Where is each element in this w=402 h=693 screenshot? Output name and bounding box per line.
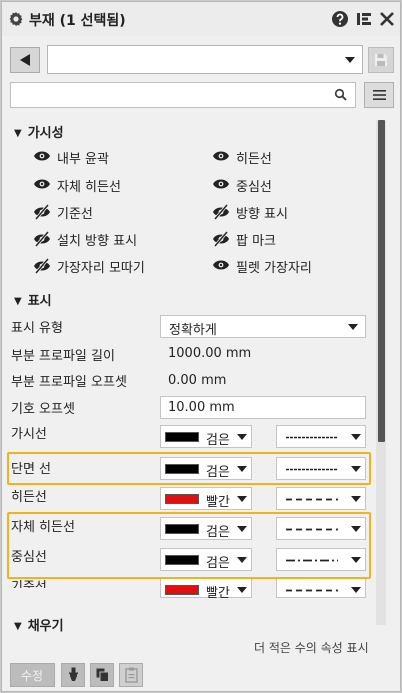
section-title: 채우기 (27, 619, 64, 634)
profile-offset-field: 0.00 mm (160, 370, 366, 393)
line-type-dropdown[interactable] (276, 578, 366, 598)
copy-button[interactable] (90, 663, 114, 687)
collapse-triangle-icon: ▼ (14, 621, 22, 632)
pick-properties-button[interactable] (61, 663, 85, 687)
color-name: 빨간 (206, 495, 230, 510)
collapse-triangle-icon: ▼ (14, 128, 22, 139)
scrollbar-thumb[interactable] (378, 120, 385, 442)
back-button[interactable] (10, 47, 40, 73)
visibility-item-label: 필렛 가장자리 (236, 261, 312, 276)
fill-section-header[interactable]: ▼ 채우기 (14, 615, 64, 634)
line-type-dropdown[interactable] (276, 425, 366, 448)
eye-icon (34, 179, 50, 189)
eye-icon (213, 151, 229, 161)
modify-label: 수정 (21, 669, 44, 683)
panel-title: 부재 (1 선택됨) (29, 13, 126, 29)
line-type-dropdown[interactable] (276, 487, 366, 510)
eye-icon (34, 151, 50, 161)
visibility-item-label: 자체 히든선 (57, 180, 121, 195)
show-fewer-properties-link[interactable]: 더 적은 수의 속성 표시 (254, 639, 369, 656)
modify-button[interactable]: 수정 (10, 663, 55, 687)
chevron-down-icon (237, 496, 247, 502)
chevron-down-icon (348, 324, 358, 330)
color-swatch (165, 494, 199, 504)
chevron-down-icon (351, 434, 361, 440)
eye-slash-icon (213, 231, 229, 247)
gear-icon (9, 12, 23, 26)
color-name: 검은 (206, 433, 230, 448)
highlight-box-section-line (7, 452, 371, 485)
eye-icon (213, 260, 229, 270)
save-icon (375, 54, 387, 66)
line-color-dropdown[interactable]: 빨간 (160, 487, 252, 510)
profile-offset-value: 0.00 mm (168, 373, 227, 388)
symbol-offset-input[interactable]: 10.00 mm (160, 396, 366, 419)
color-name: 빨간 (206, 586, 230, 601)
section-title: 표시 (27, 294, 52, 309)
chevron-down-icon (351, 496, 361, 502)
visibility-item-label: 히든선 (236, 152, 272, 167)
line-row-label: 가시선 (11, 427, 47, 442)
color-swatch (165, 432, 199, 442)
collapse-triangle-icon: ▼ (14, 296, 22, 307)
profile-length-field: 1000.00 mm (160, 343, 366, 366)
visibility-item-label: 기준선 (57, 207, 93, 222)
properties-panel: 부재 (1 선택됨) ▼ 가시성 내부 윤곽 히든선 자체 히든선 중심선 기준… (1, 1, 401, 692)
paste-button[interactable] (119, 663, 143, 687)
section-title: 가시성 (27, 126, 64, 141)
visibility-item-label: 설치 방향 표시 (57, 234, 138, 249)
chevron-down-icon (237, 587, 247, 593)
help-icon[interactable] (331, 10, 349, 28)
close-icon[interactable] (378, 10, 396, 28)
symbol-offset-label: 기호 오프셋 (11, 402, 75, 417)
line-row-label: 히든선 (11, 490, 47, 505)
line-color-dropdown[interactable]: 검은 (160, 425, 252, 448)
eye-icon (213, 179, 229, 189)
chevron-down-icon (351, 587, 361, 593)
visibility-item-label: 팝 마크 (236, 234, 277, 249)
line-pattern-icon (286, 436, 338, 439)
visibility-item-label: 중심선 (236, 180, 272, 195)
eye-slash-icon (34, 231, 50, 247)
symbol-offset-value: 10.00 mm (168, 400, 235, 415)
color-swatch (165, 585, 199, 595)
copy-icon (96, 668, 109, 682)
chevron-down-icon (345, 57, 355, 63)
profile-length-label: 부분 프로파일 길이 (11, 349, 115, 364)
visibility-section-header[interactable]: ▼ 가시성 (14, 122, 64, 141)
visibility-item-label: 가장자리 모따기 (57, 261, 145, 276)
eye-slash-icon (34, 258, 50, 274)
options-menu-button[interactable] (364, 82, 394, 108)
display-type-dropdown[interactable]: 정확하게 (160, 315, 366, 338)
display-type-label: 표시 유형 (11, 321, 63, 336)
profile-offset-label: 부분 프로파일 오프셋 (11, 375, 127, 390)
title-bar: 부재 (1 선택됨) (2, 2, 400, 36)
eye-slash-icon (34, 204, 50, 220)
line-color-dropdown[interactable]: 빨간 (160, 578, 252, 601)
display-type-value: 정확하게 (169, 323, 217, 338)
eye-slash-icon (213, 204, 229, 220)
hamburger-icon (373, 90, 386, 100)
display-section-header[interactable]: ▼ 표시 (14, 290, 52, 309)
visibility-item-label: 내부 윤곽 (57, 152, 109, 167)
highlight-box-hidden-center-lines (7, 512, 371, 579)
panel-layout-icon[interactable] (355, 10, 373, 28)
save-button[interactable] (368, 47, 394, 73)
line-pattern-icon (286, 589, 338, 592)
chevron-down-icon (237, 434, 247, 440)
profile-length-value: 1000.00 mm (168, 346, 252, 361)
search-input[interactable] (10, 82, 356, 108)
clipboard-icon (125, 667, 138, 683)
visibility-item-label: 방향 표시 (236, 207, 288, 222)
line-pattern-icon (286, 498, 338, 501)
object-type-dropdown[interactable] (47, 45, 363, 74)
triangle-left-icon (20, 54, 30, 66)
pipette-icon (69, 667, 78, 681)
search-icon (334, 88, 347, 101)
